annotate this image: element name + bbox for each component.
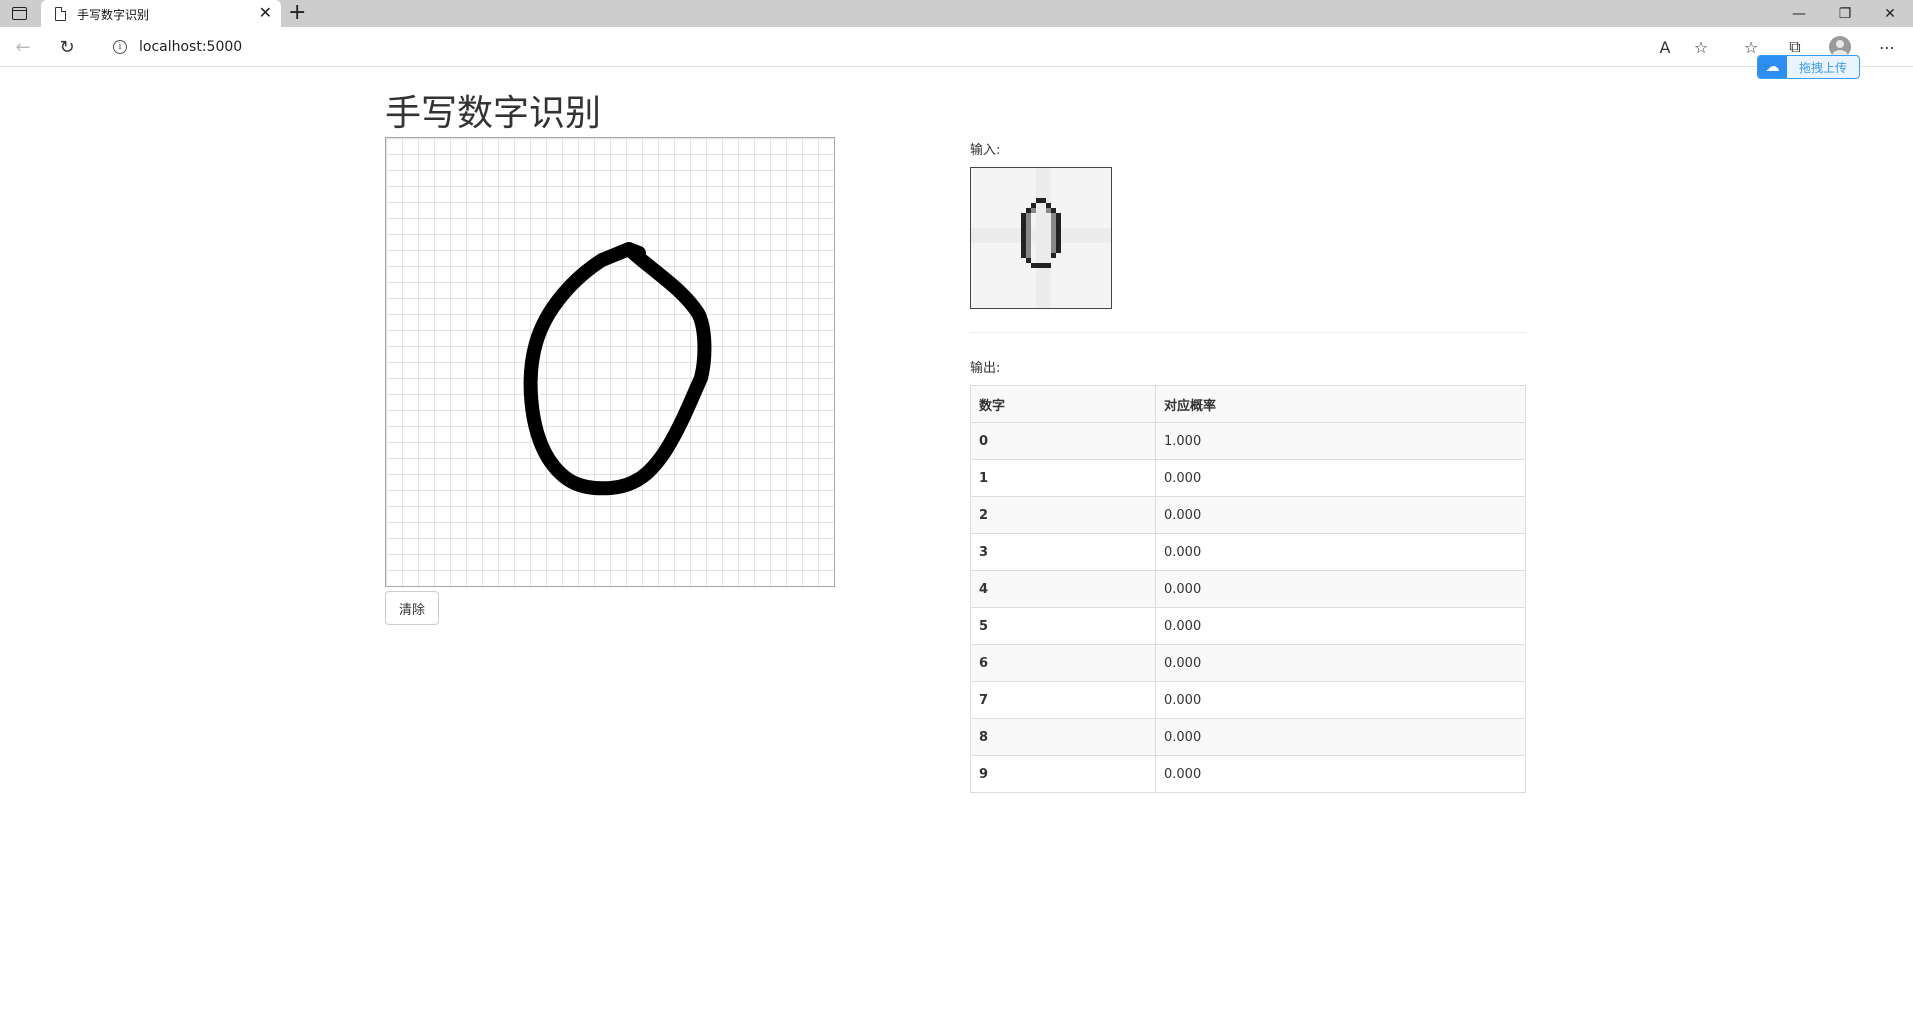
browser-tab[interactable]: 手写数字识别 ✕ — [41, 0, 281, 28]
table-row: 4 0.000 — [970, 570, 1526, 608]
digit-cell: 7 — [970, 681, 1156, 719]
restore-button[interactable]: ❐ — [1822, 0, 1868, 27]
digit-cell: 1 — [970, 459, 1156, 497]
more-menu-icon[interactable]: ⋯ — [1872, 27, 1902, 67]
address-bar[interactable]: i localhost:5000 — [96, 32, 1721, 62]
tab-strip: 手写数字识别 ✕ + — ❐ ✕ — [0, 0, 1913, 28]
probability-cell: 1.000 — [1155, 422, 1526, 460]
drawing-canvas[interactable] — [385, 137, 835, 587]
input-label: 输入: — [970, 143, 1001, 158]
browser-toolbar: ← ↻ i localhost:5000 A ☆ ☆ ⧉ ⋯ — [0, 27, 1913, 67]
probability-cell: 0.000 — [1155, 681, 1526, 719]
probability-cell: 0.000 — [1155, 496, 1526, 534]
close-window-button[interactable]: ✕ — [1867, 0, 1913, 27]
output-label: 输出: — [970, 361, 1001, 376]
reload-icon: ↻ — [59, 36, 75, 58]
close-tab-icon[interactable]: ✕ — [259, 4, 272, 22]
drag-upload-label: 拖拽上传 — [1798, 60, 1847, 75]
digit-cell: 3 — [970, 533, 1156, 571]
input-preview-image — [970, 167, 1112, 309]
digit-cell: 5 — [970, 607, 1156, 645]
probability-cell: 0.000 — [1155, 570, 1526, 608]
tab-actions-icon — [11, 7, 27, 20]
header-digit: 数字 — [970, 385, 1156, 423]
minimize-button[interactable]: — — [1776, 0, 1822, 27]
digit-cell: 9 — [970, 755, 1156, 793]
table-row: 5 0.000 — [970, 607, 1526, 645]
table-row: 2 0.000 — [970, 496, 1526, 534]
new-tab-button[interactable]: + — [288, 1, 306, 25]
section-divider — [970, 332, 1526, 333]
page-title: 手写数字识别 — [385, 93, 602, 134]
read-aloud-icon[interactable]: A — [1650, 27, 1680, 67]
probability-cell: 0.000 — [1155, 718, 1526, 756]
reload-button[interactable]: ↻ — [52, 27, 82, 67]
digit-cell: 8 — [970, 718, 1156, 756]
table-row: 8 0.000 — [970, 718, 1526, 756]
table-header-row: 数字 对应概率 — [970, 385, 1526, 423]
header-probability: 对应概率 — [1155, 385, 1526, 423]
arrow-left-icon: ← — [15, 36, 31, 58]
clear-button[interactable]: 清除 — [385, 591, 439, 625]
add-favorite-icon[interactable]: ☆ — [1686, 27, 1716, 67]
digit-cell: 4 — [970, 570, 1156, 608]
drag-upload-badge[interactable]: ☁ 拖拽上传 — [1757, 55, 1860, 79]
probability-cell: 0.000 — [1155, 644, 1526, 682]
back-button[interactable]: ← — [8, 27, 38, 67]
info-icon[interactable]: i — [113, 40, 127, 54]
table-row: 9 0.000 — [970, 755, 1526, 793]
table-row: 1 0.000 — [970, 459, 1526, 497]
digit-cell: 2 — [970, 496, 1156, 534]
tab-actions-button[interactable] — [0, 0, 38, 27]
tab-title: 手写数字识别 — [77, 7, 150, 22]
table-row: 0 1.000 — [970, 422, 1526, 460]
probability-cell: 0.000 — [1155, 533, 1526, 571]
probability-cell: 0.000 — [1155, 755, 1526, 793]
digit-cell: 0 — [970, 422, 1156, 460]
table-row: 6 0.000 — [970, 644, 1526, 682]
probability-cell: 0.000 — [1155, 459, 1526, 497]
handwritten-stroke — [523, 242, 712, 496]
cloud-icon: ☁ — [1758, 56, 1787, 78]
url-text[interactable]: localhost:5000 — [139, 39, 242, 55]
digit-cell: 6 — [970, 644, 1156, 682]
table-row: 7 0.000 — [970, 681, 1526, 719]
page-icon — [55, 7, 66, 21]
probability-cell: 0.000 — [1155, 607, 1526, 645]
table-row: 3 0.000 — [970, 533, 1526, 571]
results-table: 数字 对应概率 0 1.000 1 0.000 2 0.000 3 0.000 … — [970, 385, 1526, 793]
